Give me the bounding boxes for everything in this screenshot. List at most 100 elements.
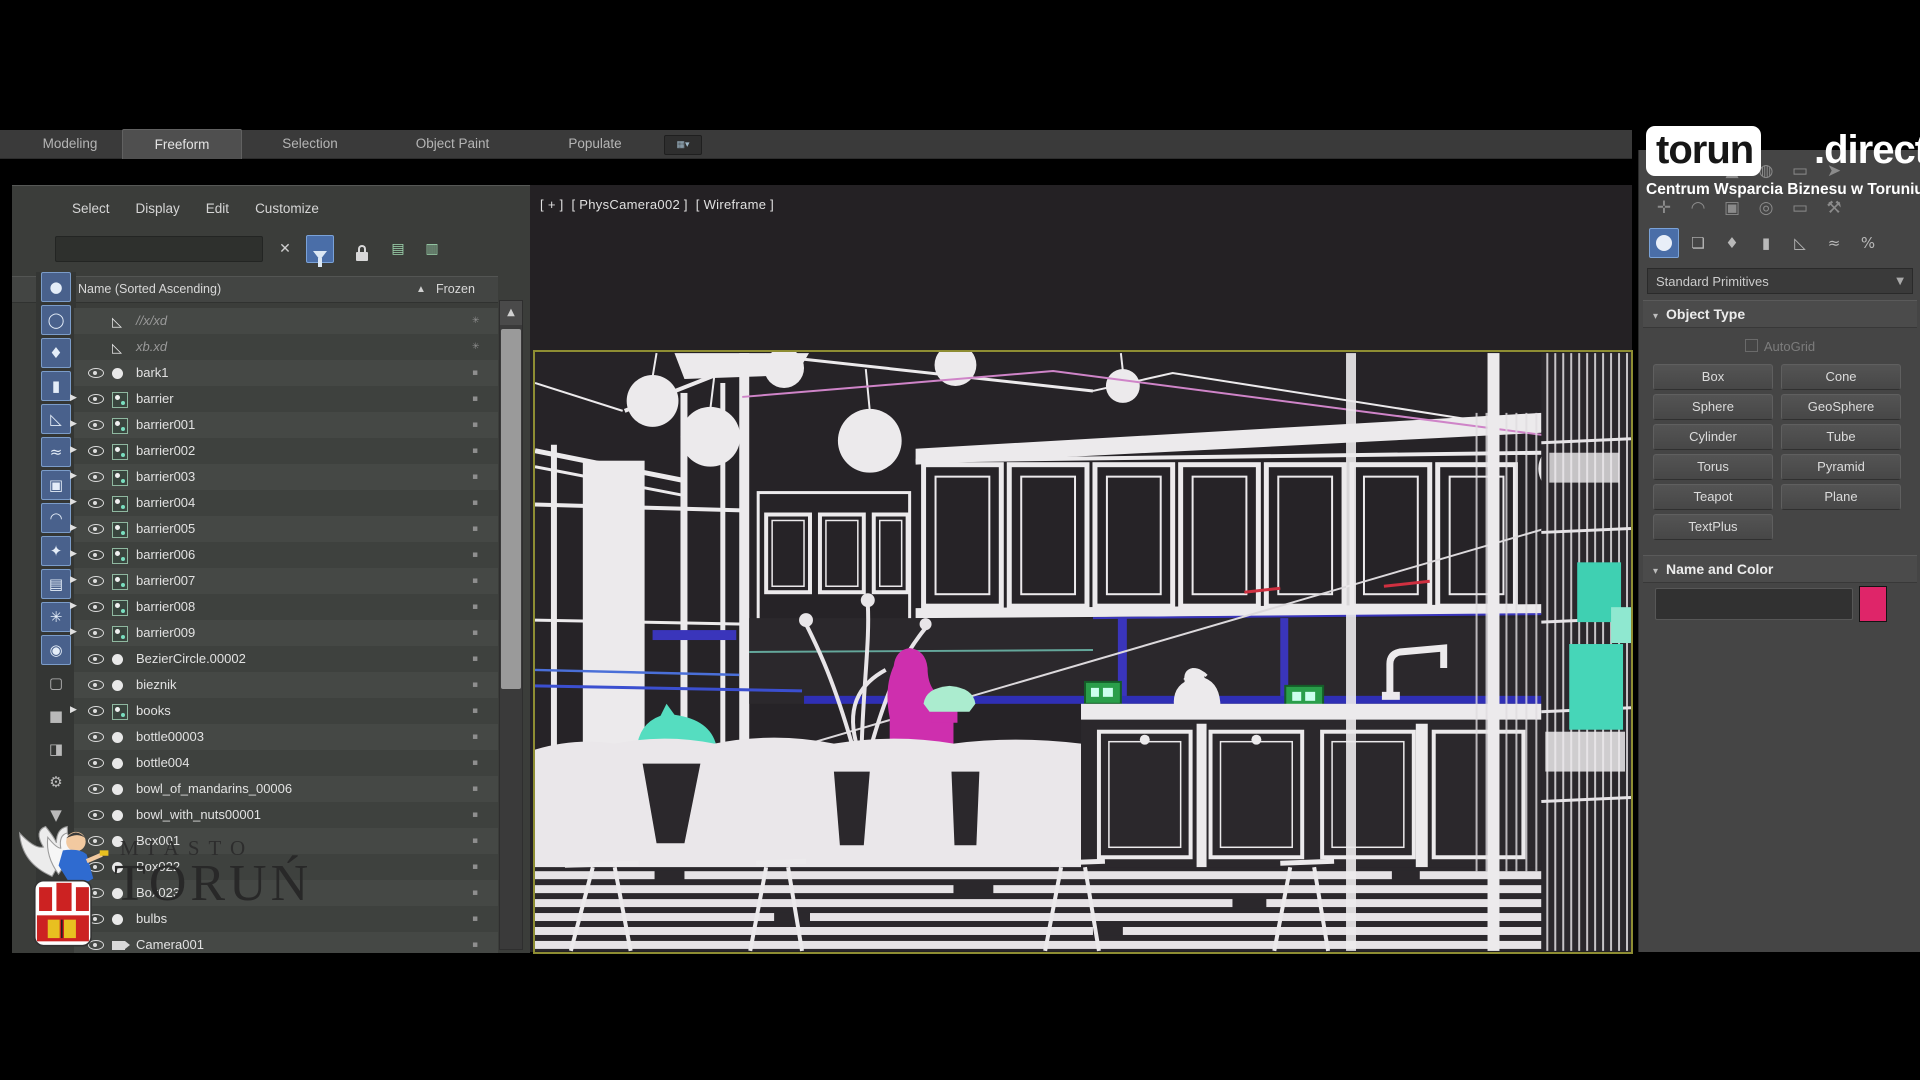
filter-containers-icon[interactable]: ▤ [41,569,71,599]
eye-visibility-icon[interactable] [88,420,104,430]
scene-object-row[interactable]: bieznik▪ [74,672,498,698]
viewport-menu-plus[interactable]: [ + ] [540,197,564,212]
filter-groups-icon[interactable]: ▣ [41,470,71,500]
primitive-button-pyramid[interactable]: Pyramid [1781,454,1901,480]
eye-visibility-icon[interactable] [88,368,104,378]
primitive-button-box[interactable]: Box [1653,364,1773,390]
column-header-row[interactable]: Name (Sorted Ascending) ▲ Frozen [12,276,498,303]
scene-object-row[interactable]: ▶barrier005▪ [74,516,498,542]
clear-search-icon[interactable]: ✕ [271,235,299,263]
lights-category-icon[interactable]: ♦ [1717,228,1747,258]
scene-object-row[interactable]: ▶barrier008▪ [74,594,498,620]
expand-arrow-icon[interactable]: ▶ [70,471,77,481]
scene-object-row[interactable]: ▶barrier004▪ [74,490,498,516]
expand-arrow-icon[interactable]: ▶ [70,575,77,585]
scrollbar-thumb[interactable] [501,329,521,689]
eye-visibility-icon[interactable] [88,654,104,664]
primitives-dropdown[interactable]: Standard Primitives ▼ [1647,268,1913,294]
search-input[interactable] [55,236,263,262]
filter-helpers-icon[interactable]: ◺ [41,404,71,434]
menu-select[interactable]: Select [72,196,110,222]
collapse-hierarchy-icon[interactable]: ▥ [418,235,446,263]
scene-object-row[interactable]: ▶barrier006▪ [74,542,498,568]
name-column-header[interactable]: Name (Sorted Ascending) [78,277,221,302]
ribbon-extra-tool[interactable]: ▦▾ [664,135,702,155]
ribbon-tab-freeform[interactable]: Freeform [122,129,242,159]
scene-object-row[interactable]: bottle004▪ [74,750,498,776]
frame-tool-icon[interactable]: ▢ [41,668,71,698]
viewport[interactable]: [ + ] [ PhysCamera002 ] [ Wireframe ] [530,185,1632,952]
viewport-camera-label[interactable]: [ PhysCamera002 ] [571,197,687,212]
frozen-column-header[interactable]: Frozen [436,277,475,302]
spacewarps-category-icon[interactable]: ≈ [1819,228,1849,258]
filter-spacewarps-icon[interactable]: ≈ [41,437,71,467]
primitive-button-sphere[interactable]: Sphere [1653,394,1773,420]
systems-category-icon[interactable]: % [1853,228,1883,258]
ribbon-tab-populate[interactable]: Populate [545,130,645,158]
expand-arrow-icon[interactable]: ▶ [70,627,77,637]
eye-visibility-icon[interactable] [88,576,104,586]
object-type-rollout[interactable]: ▾Object Type [1643,300,1917,328]
cameras-category-icon[interactable]: ▮ [1751,228,1781,258]
expand-arrow-icon[interactable]: ▶ [70,445,77,455]
eye-visibility-icon[interactable] [88,810,104,820]
filter-geometry-icon[interactable]: ● [41,272,71,302]
filter-shapes-icon[interactable]: ◯ [41,305,71,335]
eye-visibility-icon[interactable] [88,732,104,742]
eye-visibility-icon[interactable] [88,758,104,768]
eye-visibility-icon[interactable] [88,680,104,690]
eye-visibility-icon[interactable] [88,524,104,534]
filter-funnel-icon[interactable] [306,235,334,263]
ribbon-tab-selection[interactable]: Selection [255,130,365,158]
expand-arrow-icon[interactable]: ▶ [70,705,77,715]
script-tool-icon[interactable]: ◨ [41,734,71,764]
expand-arrow-icon[interactable]: ▶ [70,393,77,403]
scene-object-row[interactable]: BezierCircle.00002▪ [74,646,498,672]
scene-object-row[interactable]: bowl_of_mandarins_00006▪ [74,776,498,802]
primitive-button-teapot[interactable]: Teapot [1653,484,1773,510]
viewport-shading-label[interactable]: [ Wireframe ] [696,197,774,212]
menu-customize[interactable]: Customize [255,196,319,222]
name-color-rollout[interactable]: ▾Name and Color [1643,555,1917,583]
lock-icon[interactable] [348,235,376,263]
primitive-button-tube[interactable]: Tube [1781,424,1901,450]
expand-arrow-icon[interactable]: ▶ [70,523,77,533]
primitive-button-textplus[interactable]: TextPlus [1653,514,1773,540]
scene-object-row[interactable]: ▶barrier002▪ [74,438,498,464]
scene-object-row[interactable]: ▶barrier007▪ [74,568,498,594]
menu-display[interactable]: Display [136,196,180,222]
scene-object-row[interactable]: ◺xb.xd✳ [74,334,498,360]
eye-visibility-icon[interactable] [88,602,104,612]
primitive-button-cylinder[interactable]: Cylinder [1653,424,1773,450]
scrollbar[interactable]: ▲ [499,300,523,950]
eye-visibility-icon[interactable] [88,472,104,482]
filter-lights-icon[interactable]: ♦ [41,338,71,368]
expand-arrow-icon[interactable]: ▶ [70,419,77,429]
filter-bones-icon[interactable]: ◠ [41,503,71,533]
filter-cameras-icon[interactable]: ▮ [41,371,71,401]
eye-visibility-icon[interactable] [88,706,104,716]
solid-tool-icon[interactable]: ■ [41,701,71,731]
ribbon-tab-object-paint[interactable]: Object Paint [385,130,520,158]
object-name-field[interactable] [1655,588,1853,620]
scene-object-row[interactable]: ◺//x/xd✳ [74,308,498,334]
scene-object-row[interactable]: ▶barrier009▪ [74,620,498,646]
object-color-swatch[interactable] [1859,586,1887,622]
eye-visibility-icon[interactable] [88,784,104,794]
filter-config-icon[interactable]: ⚙ [41,767,71,797]
primitive-button-geosphere[interactable]: GeoSphere [1781,394,1901,420]
scene-object-row[interactable]: ▶barrier▪ [74,386,498,412]
autogrid-checkbox[interactable]: AutoGrid [1639,338,1920,354]
expand-hierarchy-icon[interactable]: ▤ [384,235,412,263]
eye-visibility-icon[interactable] [88,628,104,638]
expand-arrow-icon[interactable]: ▶ [70,549,77,559]
primitive-button-torus[interactable]: Torus [1653,454,1773,480]
helpers-category-icon[interactable]: ◺ [1785,228,1815,258]
filter-xrefs-icon[interactable]: ✦ [41,536,71,566]
scene-object-row[interactable]: bark1▪ [74,360,498,386]
eye-visibility-icon[interactable] [88,394,104,404]
geometry-category-icon[interactable] [1649,228,1679,258]
eye-visibility-icon[interactable] [88,550,104,560]
scene-object-row[interactable]: ▶barrier003▪ [74,464,498,490]
shapes-category-icon[interactable]: ❏ [1683,228,1713,258]
